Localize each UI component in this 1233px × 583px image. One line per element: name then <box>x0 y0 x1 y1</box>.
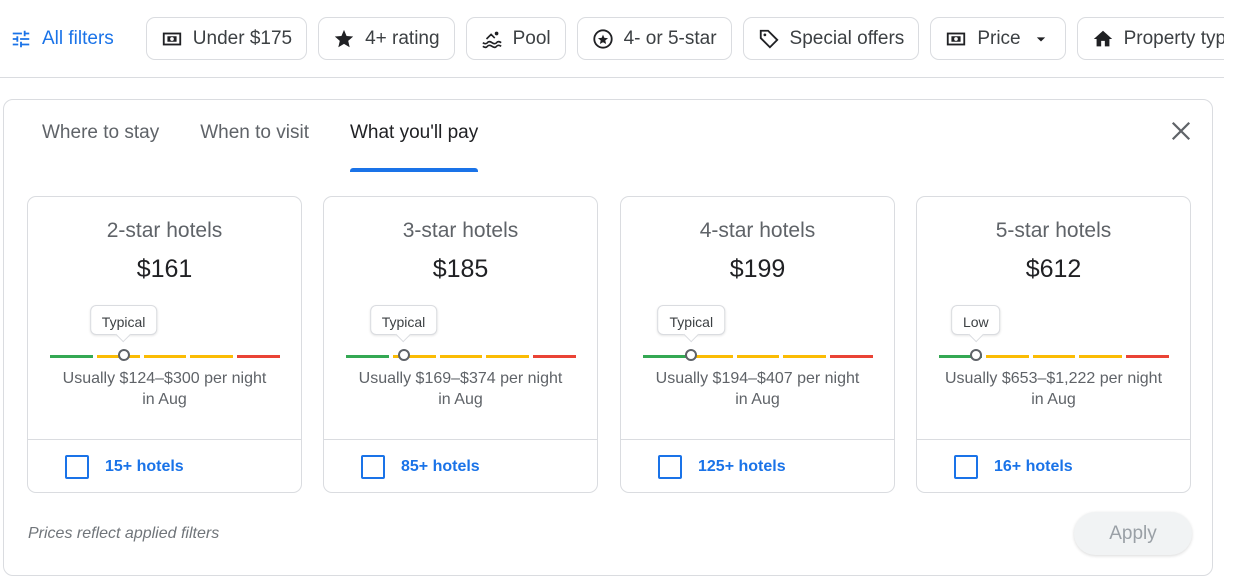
usual-range: Usually $194–$407 per night in Aug <box>641 368 874 410</box>
bar-segment-typical <box>439 355 483 358</box>
star-icon <box>334 29 354 47</box>
bar-segment-low <box>50 355 93 358</box>
card-price: $199 <box>729 255 786 283</box>
home-icon <box>1093 30 1112 46</box>
chip-label: 4- or 5-star <box>623 27 717 49</box>
star-circle-icon <box>592 28 613 49</box>
month-text: in Aug <box>438 391 483 408</box>
tab-what-youll-pay[interactable]: What you'll pay <box>349 122 479 172</box>
money-icon <box>947 32 966 45</box>
bar-segment-low <box>346 355 389 358</box>
price-marker <box>685 349 698 361</box>
prices-note: Prices reflect applied filters <box>28 525 220 542</box>
hotel-count: 15+ hotels <box>105 457 184 475</box>
hotel-count-checkbox-row[interactable]: 15+ hotels <box>28 439 301 493</box>
close-icon <box>1171 121 1191 141</box>
bar-segment-high <box>533 355 576 358</box>
bar-segment-typical <box>143 355 187 358</box>
bar-segment-typical <box>736 355 780 358</box>
apply-button[interactable]: Apply <box>1074 512 1192 555</box>
month-text: in Aug <box>1031 391 1076 408</box>
chip-under-175[interactable]: Under $175 <box>145 17 308 60</box>
tabs: Where to stay When to visit What you'll … <box>42 122 479 172</box>
chip-label: Under $175 <box>192 27 293 49</box>
chip-price[interactable]: Price <box>930 17 1066 60</box>
all-filters-button[interactable]: All filters <box>10 28 114 50</box>
card-title: 2-star hotels <box>106 219 223 242</box>
range-text: Usually $653–$1,222 per night <box>944 370 1163 387</box>
checkbox[interactable] <box>658 454 682 479</box>
filter-bar: All filters Under $175 4+ rating Pool 4-… <box>0 0 1224 78</box>
close-button[interactable] <box>1170 120 1192 147</box>
price-range-bar <box>346 355 576 358</box>
hotel-count: 85+ hotels <box>401 457 480 475</box>
hotel-class-card: 4-star hotels $199 Typical Usually $194–… <box>620 196 895 493</box>
card-price: $185 <box>432 255 489 283</box>
price-insights-panel: Where to stay When to visit What you'll … <box>3 99 1213 576</box>
price-range-bar <box>643 355 873 358</box>
hotel-class-card: 5-star hotels $612 Low Usually $653–$1,2… <box>916 196 1191 493</box>
hotel-count-checkbox-row[interactable]: 85+ hotels <box>324 439 597 493</box>
card-title: 3-star hotels <box>402 219 519 242</box>
hotel-count-checkbox-row[interactable]: 16+ hotels <box>917 439 1190 493</box>
bar-segment-typical <box>1032 355 1076 358</box>
price-level-tooltip: Typical <box>369 305 438 335</box>
checkbox[interactable] <box>65 454 89 479</box>
bar-segment-high <box>830 355 873 358</box>
pool-icon <box>481 31 502 48</box>
tab-where-to-stay[interactable]: Where to stay <box>42 122 159 172</box>
all-filters-label: All filters <box>42 27 114 49</box>
range-text: Usually $169–$374 per night <box>358 370 563 387</box>
hotel-count-checkbox-row[interactable]: 125+ hotels <box>621 439 894 493</box>
bar-segment-typical <box>1079 355 1123 358</box>
money-icon <box>162 32 181 45</box>
chip-label: Pool <box>512 27 551 49</box>
month-text: in Aug <box>735 391 780 408</box>
bar-segment-typical <box>190 355 234 358</box>
bar-segment-high <box>1126 355 1169 358</box>
chip-label: Price <box>977 27 1021 49</box>
usual-range: Usually $124–$300 per night in Aug <box>48 368 281 410</box>
hotel-count: 125+ hotels <box>698 457 786 475</box>
price-level-tooltip: Low <box>950 305 1001 335</box>
chip-label: 4+ rating <box>365 27 440 49</box>
price-level-tooltip: Typical <box>89 305 158 335</box>
bar-segment-typical <box>486 355 530 358</box>
bar-segment-low <box>643 355 686 358</box>
card-price: $612 <box>1025 255 1082 283</box>
range-text: Usually $194–$407 per night <box>655 370 860 387</box>
tab-when-to-visit[interactable]: When to visit <box>200 122 309 172</box>
chip-pool[interactable]: Pool <box>465 17 566 60</box>
range-text: Usually $124–$300 per night <box>62 370 267 387</box>
card-title: 5-star hotels <box>995 219 1112 242</box>
chip-special-offers[interactable]: Special offers <box>742 17 920 60</box>
hotel-class-card: 2-star hotels $161 Typical Usually $124–… <box>27 196 302 493</box>
bar-segment-high <box>237 355 280 358</box>
card-title: 4-star hotels <box>699 219 816 242</box>
tune-icon <box>12 30 30 47</box>
dropdown-arrow-icon <box>1036 36 1045 41</box>
price-marker <box>397 349 410 361</box>
card-price: $161 <box>136 255 193 283</box>
chip-property-type[interactable]: Property type <box>1076 17 1224 60</box>
usual-range: Usually $169–$374 per night in Aug <box>344 368 577 410</box>
checkbox[interactable] <box>954 454 978 479</box>
month-text: in Aug <box>142 391 187 408</box>
chip-rating[interactable]: 4+ rating <box>318 17 455 60</box>
tag-icon <box>759 29 779 49</box>
price-range-bar <box>50 355 280 358</box>
price-level-tooltip: Typical <box>657 305 726 335</box>
price-marker <box>117 349 130 361</box>
hotel-class-card: 3-star hotels $185 Typical Usually $169–… <box>323 196 598 493</box>
price-marker <box>969 349 982 361</box>
usual-range: Usually $653–$1,222 per night in Aug <box>937 368 1170 410</box>
bar-segment-typical <box>783 355 827 358</box>
hotel-count: 16+ hotels <box>994 457 1073 475</box>
chip-label: Special offers <box>789 27 905 49</box>
chip-label: Property type <box>1123 27 1224 49</box>
chip-hotel-class[interactable]: 4- or 5-star <box>576 17 732 60</box>
checkbox[interactable] <box>361 454 385 479</box>
bar-segment-typical <box>985 355 1029 358</box>
